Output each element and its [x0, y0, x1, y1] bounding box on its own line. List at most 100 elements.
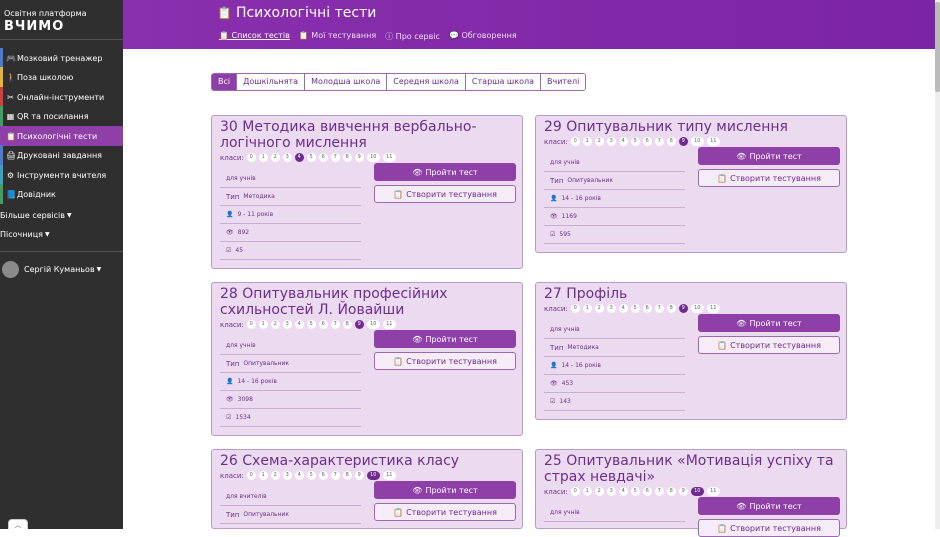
header-nav-item-0[interactable]: 📋 Список тестів: [219, 31, 290, 42]
test-card: 27 Профіль класи: 0 1 2 3 4 5 6 7 8 9 10 11 для учнів Т…: [535, 282, 847, 420]
filter-tab-4[interactable]: Старша школа: [465, 74, 541, 90]
grade-pill: 4: [618, 137, 628, 146]
sidebar-item-5[interactable]: 🖨 Друковані завдання: [0, 145, 123, 165]
grade-pill: 1: [258, 471, 268, 480]
take-test-button[interactable]: 👁 Пройти тест: [374, 481, 516, 499]
clipboard-icon: 📋: [217, 6, 232, 20]
sidebar-item-1[interactable]: 🚶 Поза школою: [0, 67, 123, 87]
grade-pill: 6: [642, 487, 652, 496]
sidebar-item-accent: [0, 87, 3, 107]
grade-pill: 8: [666, 137, 676, 146]
sidebar-item-icon: ▦: [6, 111, 15, 121]
grade-pill: 3: [606, 137, 616, 146]
sidebar-item-2[interactable]: ✂ Онлайн-інструменти: [0, 87, 123, 107]
card-info-type: Тип Опитувальник: [220, 506, 361, 524]
grade-pill: 4: [618, 487, 628, 496]
create-testing-button[interactable]: 📋 Створити тестування: [698, 336, 840, 354]
type-label: Тип: [226, 510, 240, 519]
scrollbar[interactable]: [935, 0, 940, 529]
filter-tab-0[interactable]: Всі: [212, 74, 238, 90]
grade-pill: 6: [642, 137, 652, 146]
header-nav-item-3[interactable]: 💬 Обговорення: [449, 31, 517, 42]
card-title[interactable]: 27 Профіль: [544, 286, 839, 302]
grade-pill: 2: [594, 137, 604, 146]
sidebar-item-icon: 📋: [6, 131, 16, 141]
create-testing-button[interactable]: 📋 Створити тестування: [374, 185, 516, 203]
sidebar-item-4[interactable]: 📋 Психологічні тести: [0, 126, 123, 146]
sidebar-item-accent: [0, 106, 3, 126]
type-label: Тип: [226, 359, 240, 368]
card-info-for: для учнів: [220, 337, 361, 355]
card-info-age: 👤 14 - 16 років: [220, 373, 361, 391]
take-test-button[interactable]: 👁 Пройти тест: [374, 163, 516, 181]
nav-item-label: Список тестів: [231, 31, 290, 40]
take-test-button[interactable]: 👁 Пройти тест: [374, 330, 516, 348]
caret-down-icon: ▼: [96, 265, 102, 273]
take-test-button[interactable]: 👁 Пройти тест: [698, 147, 840, 165]
grade-pill: 8: [342, 320, 352, 329]
card-info-type: Тип Методика: [220, 188, 361, 206]
filter-tab-2[interactable]: Молодша школа: [305, 74, 388, 90]
create-testing-button[interactable]: 📋 Створити тестування: [374, 352, 516, 370]
classes-label: класи:: [220, 153, 244, 162]
header-nav-item-2[interactable]: ⓘ Про сервіс: [385, 31, 440, 42]
clipboard-icon: 📋: [393, 507, 404, 517]
card-info-age: 👤 9 - 11 років: [220, 206, 361, 224]
grade-pill: 7: [654, 487, 664, 496]
collapse-toggle[interactable]: ︿: [8, 519, 28, 529]
more-services-label: Більше сервісів: [0, 210, 65, 220]
grade-pill: 7: [654, 137, 664, 146]
card-views-value: 892: [237, 229, 250, 236]
filter-tab-3[interactable]: Середня школа: [387, 74, 466, 90]
create-testing-button[interactable]: 📋 Створити тестування: [698, 169, 840, 187]
card-for-value: для учнів: [226, 175, 256, 182]
card-info-type: Тип Опитувальник: [220, 355, 361, 373]
grade-pill: 11: [706, 487, 720, 496]
user-menu[interactable]: Сергій Куманьов ▼: [0, 258, 123, 280]
grade-pill: 4: [294, 320, 304, 329]
sidebar-item-7[interactable]: 📘 Довідник: [0, 184, 123, 204]
header-nav-item-1[interactable]: 📋 Мої тестування: [299, 31, 376, 42]
card-for-value: для вчителів: [226, 493, 267, 500]
create-testing-label: Створити тестування: [406, 507, 497, 517]
take-test-label: Пройти тест: [749, 501, 802, 511]
nav-item-label: Мої тестування: [311, 31, 377, 40]
card-title[interactable]: 30 Методика вивчення вербально-логічного…: [220, 119, 515, 151]
grade-pill: 11: [382, 320, 396, 329]
grade-pill: 1: [582, 487, 592, 496]
card-info-views: 👁 3098: [220, 391, 361, 409]
card-age-value: 14 - 16 років: [561, 195, 601, 202]
card-title[interactable]: 25 Опитувальник «Мотивація успіху та стр…: [544, 453, 839, 485]
brand-logo[interactable]: ВЧИМО: [4, 19, 64, 34]
create-testing-button[interactable]: 📋 Створити тестування: [374, 503, 516, 521]
card-for-value: для учнів: [550, 159, 580, 166]
filter-tab-5[interactable]: Вчителі: [540, 74, 586, 90]
nav-item-icon: 💬: [448, 31, 459, 40]
nav-item-label: Про сервіс: [395, 32, 440, 41]
take-test-button[interactable]: 👁 Пройти тест: [698, 314, 840, 332]
card-title[interactable]: 26 Схема-характеристика класу: [220, 453, 515, 469]
more-services-menu[interactable]: Більше сервісів ▼: [0, 205, 123, 225]
take-test-button[interactable]: 👁 Пройти тест: [698, 497, 840, 515]
card-info-for: для вчителів: [220, 488, 361, 506]
sidebar-divider: [0, 251, 123, 252]
sidebar-item-3[interactable]: ▦ QR та посилання: [0, 106, 123, 126]
sandbox-menu[interactable]: Пісочниця ▼: [0, 224, 123, 244]
grade-list: класи: 0 1 2 3 4 5 6 7 8 9 10 11: [544, 137, 720, 146]
card-info-for: для учнів: [544, 154, 685, 172]
test-card: 28 Опитувальник професійних схильностей …: [211, 282, 523, 436]
create-testing-button[interactable]: 📋 Створити тестування: [698, 519, 840, 537]
grade-pill: 10: [690, 304, 704, 313]
card-type-value: Методика: [567, 344, 599, 351]
card-info-type: Тип Методика: [544, 339, 685, 357]
sidebar: Освітня платформа ВЧИМО 🎮 Мозковий тренаж…: [0, 0, 123, 529]
sidebar-item-6[interactable]: ⚙ Інструменти вчителя: [0, 165, 123, 185]
classes-label: класи:: [220, 471, 244, 480]
scrollbar-thumb[interactable]: [935, 2, 940, 92]
card-title[interactable]: 28 Опитувальник професійних схильностей …: [220, 286, 515, 318]
filter-tab-1[interactable]: Дошкільнята: [237, 74, 306, 90]
grade-pill: 3: [282, 471, 292, 480]
card-title[interactable]: 29 Опитувальник типу мислення: [544, 119, 839, 135]
eye-icon: 👁: [412, 167, 423, 177]
sidebar-item-0[interactable]: 🎮 Мозковий тренажер: [0, 48, 123, 68]
